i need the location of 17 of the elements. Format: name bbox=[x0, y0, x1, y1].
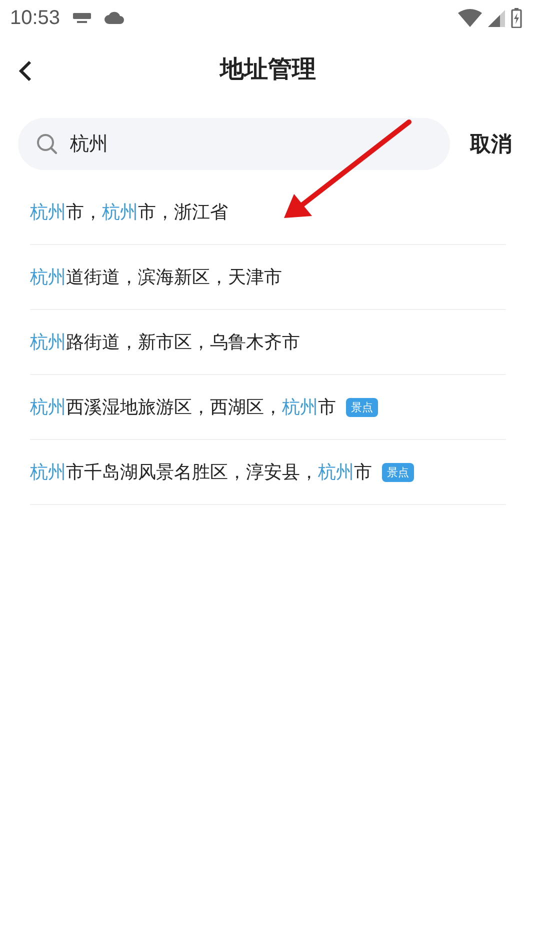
cancel-button[interactable]: 取消 bbox=[470, 130, 512, 158]
address-result[interactable]: 杭州道街道，滨海新区，天津市 bbox=[30, 265, 282, 289]
address-result[interactable]: 杭州市千岛湖风景名胜区，淳安县，杭州市 bbox=[30, 460, 372, 484]
cloud-icon bbox=[104, 11, 124, 25]
status-time: 10:53 bbox=[10, 6, 60, 30]
page-title: 地址管理 bbox=[220, 54, 316, 85]
address-result[interactable]: 杭州西溪湿地旅游区，西湖区，杭州市 bbox=[30, 395, 336, 419]
search-field[interactable]: 杭州 bbox=[18, 118, 450, 170]
scenic-tag: 景点 bbox=[346, 398, 378, 416]
back-icon bbox=[18, 60, 32, 82]
scenic-tag: 景点 bbox=[382, 462, 414, 482]
wifi-icon bbox=[458, 9, 482, 27]
battery-icon bbox=[511, 8, 522, 28]
address-result[interactable]: 杭州市，杭州市，浙江省 bbox=[30, 200, 228, 224]
address-result[interactable]: 杭州路街道，新市区，乌鲁木齐市 bbox=[30, 330, 300, 354]
keyboard-icon bbox=[72, 12, 92, 24]
signal-icon bbox=[488, 10, 505, 26]
